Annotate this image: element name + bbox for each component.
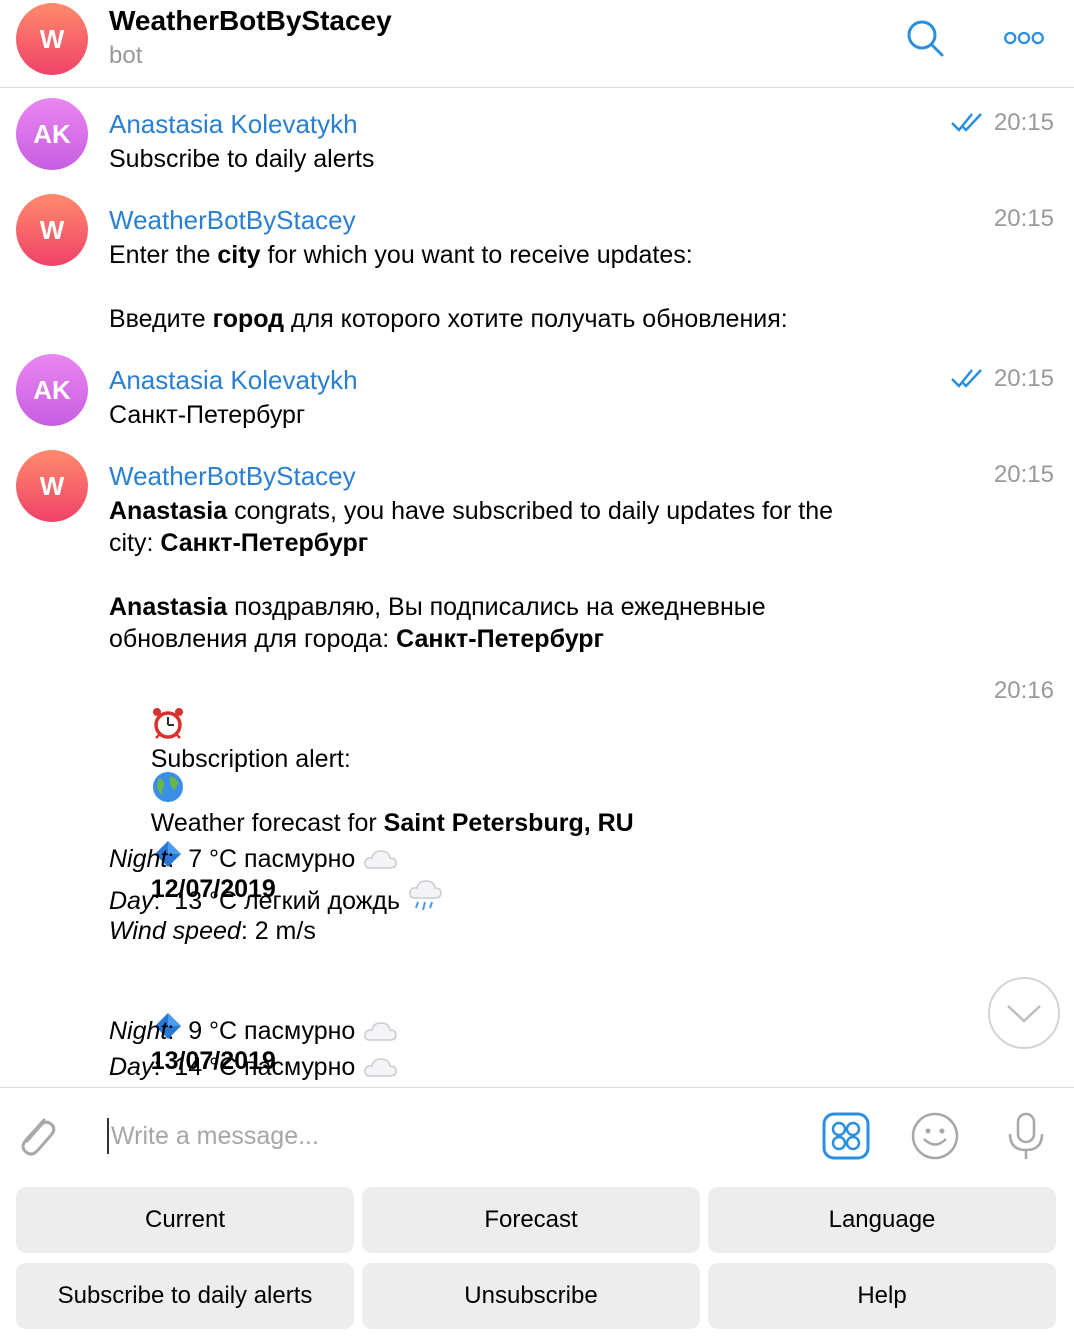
paperclip-icon[interactable] xyxy=(14,1110,58,1160)
chat-avatar[interactable]: W xyxy=(16,3,88,75)
message-text: city: Санкт-Петербург xyxy=(109,529,369,557)
forecast-night: Night: 7 °C пасмурно xyxy=(109,843,398,875)
message-text: обновления для города: Санкт-Петербург xyxy=(109,625,604,653)
cloud-icon xyxy=(364,1058,398,1077)
keyboard-button-subscribe[interactable]: Subscribe to daily alerts xyxy=(16,1263,354,1329)
message-time: 20:15 xyxy=(993,109,1054,136)
message-text: Subscribe to daily alerts xyxy=(109,145,375,173)
cloud-icon xyxy=(364,850,398,869)
alarm-clock-icon xyxy=(152,708,183,739)
forecast-night: Night: 9 °C пасмурно xyxy=(109,1015,398,1047)
smiley-icon[interactable] xyxy=(911,1112,959,1160)
message-time: 20:15 xyxy=(993,461,1054,488)
message-text: Введите город для которого хотите получа… xyxy=(109,305,788,333)
keyboard-button-current[interactable]: Current xyxy=(16,1187,354,1253)
chat-header: W WeatherBotByStacey bot xyxy=(0,0,1074,88)
forecast-day: Day: 13 °C легкий дождь xyxy=(109,879,443,917)
search-icon[interactable] xyxy=(903,16,947,60)
avatar[interactable]: W xyxy=(16,194,88,266)
rain-cloud-icon xyxy=(409,880,442,911)
keyboard-button-unsubscribe[interactable]: Unsubscribe xyxy=(362,1263,700,1329)
reply-keyboard: Current Forecast Language Subscribe to d… xyxy=(0,1181,1074,1344)
double-check-icon xyxy=(951,369,982,388)
message: 20:16 Subscription alert: Weather foreca… xyxy=(0,672,1074,1086)
avatar[interactable]: W xyxy=(16,450,88,522)
message-composer xyxy=(0,1087,1074,1181)
sender-name[interactable]: Anastasia Kolevatykh xyxy=(109,109,358,140)
message-text: Anastasia поздравляю, Вы подписались на … xyxy=(109,593,766,621)
message-text: Anastasia congrats, you have subscribed … xyxy=(109,497,834,525)
chat-title[interactable]: WeatherBotByStacey xyxy=(109,5,392,37)
cloud-icon xyxy=(364,1022,398,1041)
microphone-icon[interactable] xyxy=(1002,1112,1050,1160)
scroll-down-button[interactable] xyxy=(988,977,1060,1049)
message-text: Санкт-Петербург xyxy=(109,401,306,429)
sender-name[interactable]: WeatherBotByStacey xyxy=(109,205,356,236)
sender-name[interactable]: WeatherBotByStacey xyxy=(109,461,356,492)
avatar[interactable]: AK xyxy=(16,354,88,426)
double-check-icon xyxy=(951,113,982,132)
message-input[interactable] xyxy=(107,1118,797,1154)
bot-commands-icon[interactable] xyxy=(822,1112,870,1160)
sender-name[interactable]: Anastasia Kolevatykh xyxy=(109,365,358,396)
message: AK Anastasia Kolevatykh 20:15 Санкт-Пете… xyxy=(0,354,1074,444)
message-time: 20:15 xyxy=(993,365,1054,392)
forecast-day: Day: 14 °C пасмурно xyxy=(109,1051,398,1083)
message: W WeatherBotByStacey 20:15 Enter the cit… xyxy=(0,194,1074,344)
chat-subtitle: bot xyxy=(109,42,143,69)
message: W WeatherBotByStacey 20:15 Anastasia con… xyxy=(0,450,1074,653)
message: AK Anastasia Kolevatykh 20:15 Subscribe … xyxy=(0,98,1074,188)
globe-icon xyxy=(152,772,183,802)
message-time: 20:16 xyxy=(993,677,1054,704)
forecast-wind: Wind speed: 2 m/s xyxy=(109,917,316,945)
keyboard-button-forecast[interactable]: Forecast xyxy=(362,1187,700,1253)
message-text: Enter the city for which you want to rec… xyxy=(109,241,693,269)
message-time: 20:15 xyxy=(993,205,1054,232)
keyboard-button-help[interactable]: Help xyxy=(708,1263,1056,1329)
chevron-down-icon xyxy=(1007,1005,1041,1023)
keyboard-button-language[interactable]: Language xyxy=(708,1187,1056,1253)
message-list[interactable]: AK Anastasia Kolevatykh 20:15 Subscribe … xyxy=(0,89,1074,1086)
more-icon[interactable] xyxy=(1002,16,1046,60)
avatar[interactable]: AK xyxy=(16,98,88,170)
